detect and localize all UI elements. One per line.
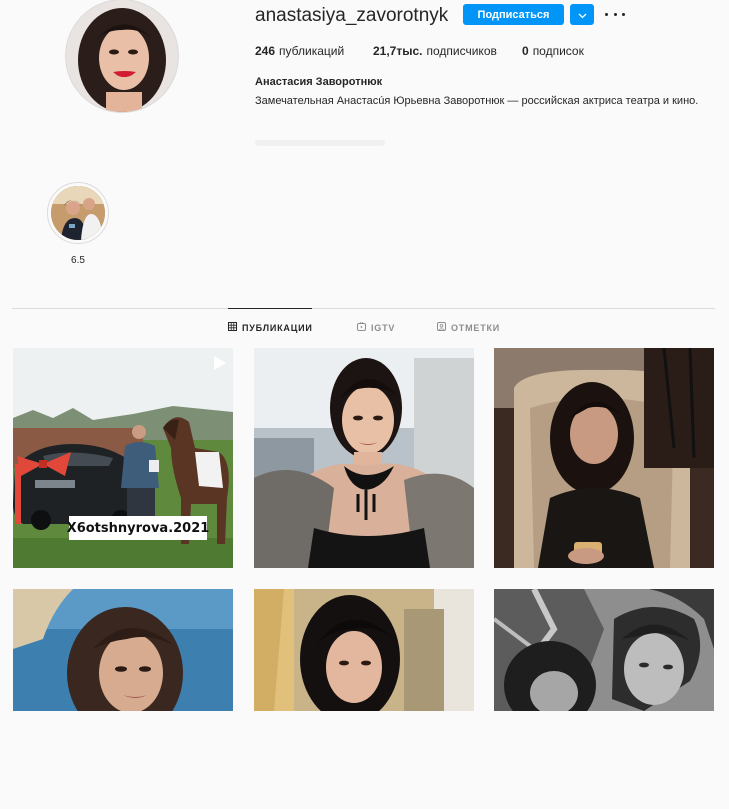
posts-label: публикаций	[279, 44, 345, 58]
posts-stat: 246 публикаций	[255, 44, 373, 58]
post-overlay-text: X6otshnyrova.2021	[67, 516, 209, 540]
more-options-icon[interactable]	[605, 6, 625, 22]
profile-bio: Замечательная Анастасúя Юрьевна Заворотн…	[255, 95, 699, 107]
tab-posts-label: ПУБЛИКАЦИИ	[242, 322, 313, 333]
post-thumbnail[interactable]	[254, 589, 474, 809]
post-thumbnail[interactable]	[494, 348, 714, 568]
post-thumbnail[interactable]	[494, 589, 714, 809]
tab-tagged[interactable]: ОТМЕТКИ	[437, 322, 500, 333]
followers-stat[interactable]: 21,7тыс. подписчиков	[373, 44, 522, 58]
highlight-cover	[51, 186, 105, 240]
post-thumbnail[interactable]	[254, 348, 474, 568]
igtv-icon	[357, 321, 366, 333]
following-count: 0	[522, 44, 529, 58]
profile-full-name: Анастасия Заворотнюк	[255, 76, 383, 88]
chevron-down-icon	[578, 7, 587, 22]
tab-posts[interactable]: ПУБЛИКАЦИИ	[228, 322, 313, 333]
following-stat[interactable]: 0 подписок	[522, 44, 584, 58]
tab-igtv[interactable]: IGTV	[357, 321, 396, 333]
active-tab-indicator	[228, 308, 312, 309]
suggested-accounts-button[interactable]	[570, 4, 594, 25]
profile-avatar[interactable]	[66, 0, 178, 112]
follow-button[interactable]: Подписаться	[463, 4, 564, 25]
tagged-icon	[437, 322, 446, 333]
profile-stats: 246 публикаций 21,7тыс. подписчиков 0 по…	[255, 44, 584, 58]
grid-icon	[228, 322, 237, 333]
highlight-label: 6.5	[71, 255, 85, 266]
followers-label: подписчиков	[426, 44, 497, 58]
tab-igtv-label: IGTV	[371, 322, 396, 333]
post-thumbnail[interactable]: X6otshnyrova.2021	[13, 348, 233, 568]
story-highlight[interactable]	[47, 182, 109, 244]
followers-count: 21,7тыс.	[373, 44, 423, 58]
bio-divider	[255, 140, 385, 146]
following-label: подписок	[532, 44, 584, 58]
tab-tagged-label: ОТМЕТКИ	[451, 322, 501, 333]
tabs-divider	[12, 308, 715, 309]
post-thumbnail[interactable]	[13, 589, 233, 809]
profile-username: anastasiya_zavorotnyk	[255, 5, 449, 26]
posts-count: 246	[255, 44, 276, 58]
